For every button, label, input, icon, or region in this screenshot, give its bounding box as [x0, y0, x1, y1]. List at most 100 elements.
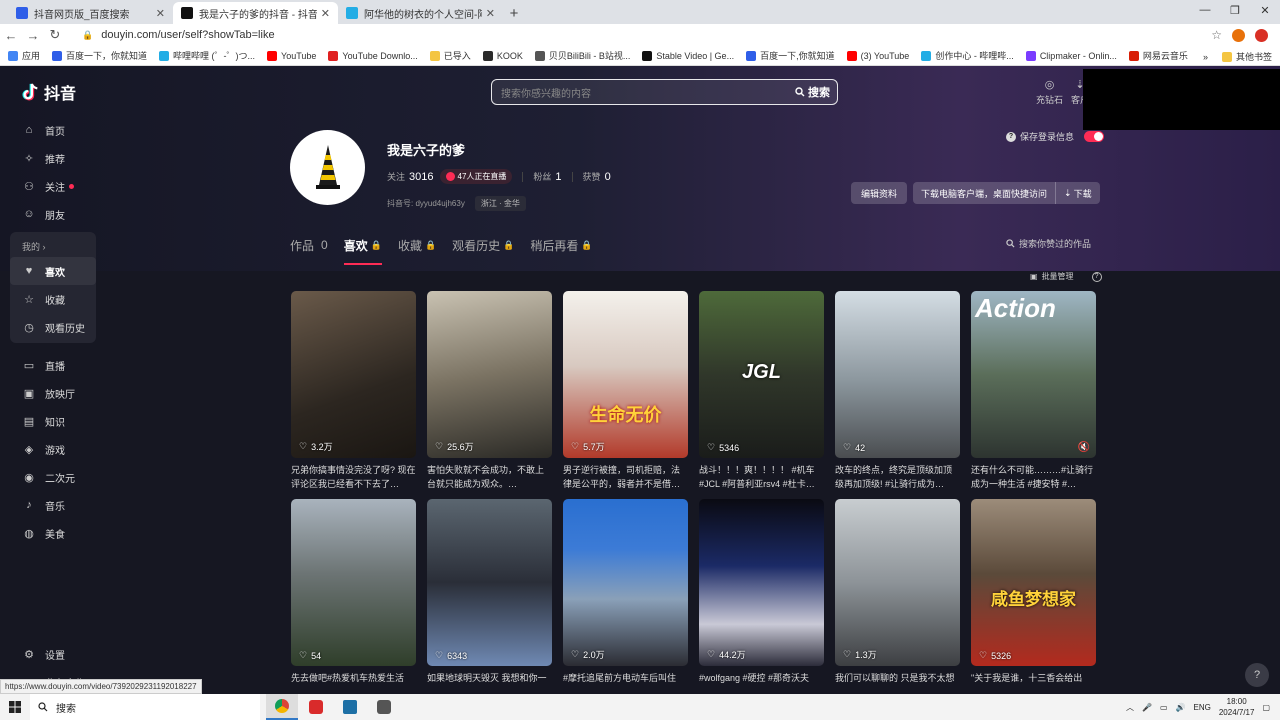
sidebar-item-recommend[interactable]: ✧ 推荐 — [0, 144, 110, 172]
bookmark-item[interactable]: Stable Video | Ge... — [642, 50, 734, 61]
url-field[interactable]: 🔒 douyin.com/user/self?showTab=like — [72, 26, 1211, 44]
minimize-icon[interactable]: — — [1190, 0, 1220, 20]
tab-close-icon[interactable]: ✕ — [486, 7, 495, 20]
bookmark-item[interactable]: (3) YouTube — [846, 50, 909, 61]
video-card[interactable]: ♡ 25.6万 害怕失败就不会成功，不敢上台就只能成为观众。… — [427, 291, 552, 491]
live-badge[interactable]: 47人正在直播 — [439, 169, 513, 184]
bookmark-item[interactable]: 网易云音乐 — [1128, 49, 1188, 62]
restore-icon[interactable]: ❐ — [1220, 0, 1250, 20]
help-fab-icon[interactable]: ? — [1245, 663, 1269, 687]
app-grey-icon[interactable] — [368, 694, 400, 720]
video-card[interactable]: JGL ♡ 5346 战斗！！！爽！！！！ #机车 #JCL #阿普利亚rsv4 #杜… — [699, 291, 824, 491]
sidebar-item-settings[interactable]: ⚙ 设置 — [0, 640, 110, 668]
video-card[interactable]: 咸鱼梦想家 ♡ 5326 "关于我是谁，十三香会给出 — [971, 499, 1096, 694]
video-card[interactable]: ♡ 44.2万 #wolfgang #硬控 #那奇沃夫 — [699, 499, 824, 694]
app-red-icon[interactable] — [300, 694, 332, 720]
sidebar-item-home[interactable]: ⌂ 首页 — [0, 116, 110, 144]
video-thumbnail[interactable]: 生命无价 ♡ 5.7万 — [563, 291, 688, 458]
bookmark-item[interactable]: YouTube Downlo... — [328, 50, 418, 61]
douyin-logo[interactable]: 抖音 — [22, 80, 76, 104]
video-card[interactable]: ♡ 1.3万 我们可以聊聊的 只是我不太想 — [835, 499, 960, 694]
tab-close-icon[interactable]: ✕ — [156, 7, 165, 20]
browser-tab[interactable]: 我是六子的爹的抖音 - 抖音 ✕ — [173, 2, 338, 24]
language-indicator[interactable]: ENG — [1194, 703, 1211, 712]
network-icon[interactable]: ▭ — [1160, 703, 1168, 712]
liked-search[interactable]: 搜索你赞过的作品 — [1006, 237, 1091, 250]
mute-icon[interactable]: 🔇 — [1078, 442, 1090, 453]
keep-login-toggle[interactable] — [1084, 131, 1105, 142]
browser-tab[interactable]: 阿华他的树衣的个人空间-阿华他 ✕ — [338, 2, 503, 24]
header-icon-item[interactable]: ◎ 充钻石 — [1036, 78, 1063, 106]
sidebar-item-follow[interactable]: ⚇ 关注 — [0, 172, 110, 200]
profile-icon[interactable] — [1255, 28, 1268, 42]
bookmark-item[interactable]: Clipmaker - Onlin... — [1025, 50, 1117, 61]
video-thumbnail[interactable]: ♡ 3.2万 — [291, 291, 416, 458]
sidebar-item-anime[interactable]: ◉ 二次元 — [0, 463, 110, 491]
tab-4[interactable]: 稍后再看 🔒 — [530, 232, 592, 258]
help-icon[interactable]: ? — [1006, 131, 1016, 142]
video-card[interactable]: ♡ 42 改车的终点，终究是顶级加顶级再加顶级! #让骑行成为… — [835, 291, 960, 491]
other-bookmarks[interactable]: 其他书签 — [1236, 50, 1272, 63]
tab-1[interactable]: 喜欢 🔒 — [343, 232, 383, 265]
sidebar-item-friends[interactable]: ☺ 朋友 — [0, 200, 110, 228]
browser-tab[interactable]: 抖音网页版_百度搜索 ✕ — [8, 2, 173, 24]
reload-icon[interactable]: ↻ — [44, 27, 66, 43]
video-card[interactable]: ♡ 54 先去做吧#热爱机车热爱生活 — [291, 499, 416, 694]
batch-help-icon[interactable]: ? — [1091, 271, 1102, 282]
video-card[interactable]: 生命无价 ♡ 5.7万 男子逆行被撞，司机拒赔，法律是公平的，弱者并不是借… — [563, 291, 688, 491]
bookmark-item[interactable]: 百度一下，你就知道 — [52, 49, 147, 62]
video-card[interactable]: ♡ 6343 如果地球明天毁灭 我想和你一 — [427, 499, 552, 694]
bookmark-item[interactable]: 哔哩哔哩 (゜-゜)つ... — [159, 49, 255, 62]
bookmark-item[interactable]: 应用 — [8, 49, 40, 62]
volume-icon[interactable]: 🔊 — [1176, 703, 1186, 712]
bookmark-item[interactable]: YouTube — [267, 50, 316, 61]
sidebar-item-favorites[interactable]: ☆ 收藏 — [10, 285, 96, 313]
video-thumbnail[interactable]: ♡ 42 — [835, 291, 960, 458]
video-thumbnail[interactable]: ♡ 2.0万 — [563, 499, 688, 666]
sidebar-item-cinema[interactable]: ▣ 放映厅 — [0, 379, 110, 407]
download-button[interactable]: ⇣ 下载 — [1056, 182, 1100, 204]
search-input[interactable]: 搜索你感兴趣的内容 — [501, 85, 795, 100]
mic-icon[interactable]: 🎤 — [1142, 703, 1152, 712]
chrome-app-icon[interactable] — [266, 694, 298, 720]
video-thumbnail[interactable]: ♡ 25.6万 — [427, 291, 552, 458]
search-button[interactable]: 搜索 — [795, 84, 830, 100]
tab-close-icon[interactable]: ✕ — [321, 7, 330, 20]
video-card[interactable]: ♡ 3.2万 兄弟你搞事情没完没了呀? 现在评论区我已经看不下去了… — [291, 291, 416, 491]
video-thumbnail[interactable]: ♡ 6343 — [427, 499, 552, 666]
forward-icon[interactable]: → — [22, 28, 44, 43]
sidebar-item-likes[interactable]: ♥ 喜欢 — [10, 257, 96, 285]
download-client-button[interactable]: 下载电脑客户端，桌面快捷访问 ⇣ 下载 — [913, 182, 1100, 204]
close-window-icon[interactable]: ✕ — [1250, 0, 1280, 20]
app-blue-icon[interactable] — [334, 694, 366, 720]
fans-count[interactable]: 1 — [555, 171, 561, 183]
notification-icon[interactable]: ▢ — [1262, 703, 1270, 712]
taskbar-search[interactable]: 搜索 — [30, 694, 260, 720]
sidebar-item-live[interactable]: ▭ 直播 — [0, 351, 110, 379]
video-card[interactable]: ♡ 2.0万 #摩托追尾前方电动车后叫住 — [563, 499, 688, 694]
sidebar-item-games[interactable]: ◈ 游戏 — [0, 435, 110, 463]
extension-icon[interactable] — [1232, 28, 1245, 42]
sidebar-item-food[interactable]: ◍ 美食 — [0, 519, 110, 547]
sidebar-item-history[interactable]: ◷ 观看历史 — [10, 313, 96, 341]
sidebar-item-knowledge[interactable]: ▤ 知识 — [0, 407, 110, 435]
edit-profile-button[interactable]: 编辑资料 — [851, 182, 908, 204]
new-tab-button[interactable]: + — [503, 2, 525, 24]
video-thumbnail[interactable]: JGL ♡ 5346 — [699, 291, 824, 458]
bookmarks-more[interactable]: » — [1203, 52, 1208, 62]
bookmark-item[interactable]: 已导入 — [429, 49, 471, 62]
sidebar-item-music[interactable]: ♪ 音乐 — [0, 491, 110, 519]
bookmark-item[interactable]: 百度一下,你就知道 — [746, 49, 835, 62]
tray-chevron-icon[interactable]: ︿ — [1126, 702, 1134, 713]
batch-manage-button[interactable]: 批量管理 — [1042, 271, 1074, 282]
tab-3[interactable]: 观看历史 🔒 — [452, 232, 514, 258]
bookmark-item[interactable]: 贝贝BiliBili - B站视... — [534, 49, 630, 62]
bookmark-item[interactable]: KOOK — [482, 50, 523, 61]
sidebar-my-label[interactable]: 我的 › — [10, 234, 96, 257]
start-button[interactable] — [0, 701, 30, 713]
video-card[interactable]: Action 🔇 还有什么不可能………#让骑行成为一种生活 #捷安特 #… — [971, 291, 1096, 491]
video-thumbnail[interactable]: 咸鱼梦想家 ♡ 5326 — [971, 499, 1096, 666]
tab-0[interactable]: 作品 0 — [290, 232, 328, 258]
bookmark-item[interactable]: 创作中心 - 哔哩哔... — [921, 49, 1014, 62]
bookmark-star-icon[interactable]: ☆ — [1211, 28, 1222, 42]
